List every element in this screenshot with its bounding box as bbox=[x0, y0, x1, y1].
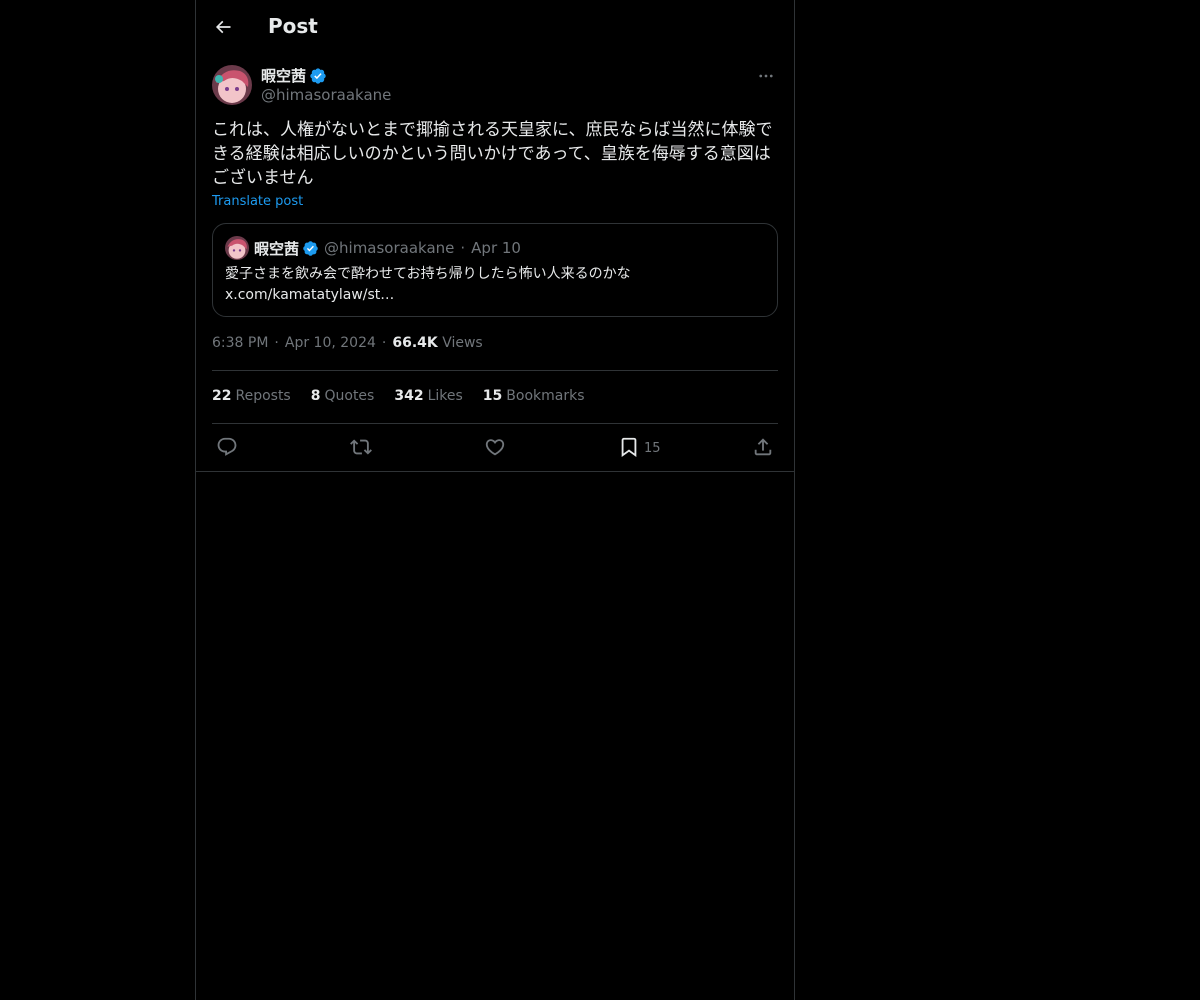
arrow-left-icon bbox=[215, 20, 231, 34]
author-name-text: 暇空茜 bbox=[261, 67, 307, 85]
quoted-avatar bbox=[225, 236, 249, 260]
post-meta: 6:38 PM · Apr 10, 2024 · 66.4K Views bbox=[212, 335, 483, 351]
bookmarks-count: 15 bbox=[482, 388, 503, 404]
separator-dot: · bbox=[381, 335, 387, 351]
quoted-post[interactable]: 暇空茜 @himasoraakane · Apr 10 愛子さまを飲み会で酔わせ… bbox=[212, 223, 778, 317]
repost-icon bbox=[350, 439, 372, 455]
quoted-date: Apr 10 bbox=[471, 239, 521, 257]
quoted-author-name: 暇空茜 bbox=[254, 239, 300, 258]
bookmarks-label: Bookmarks bbox=[506, 388, 585, 404]
repost-button[interactable] bbox=[350, 435, 372, 459]
author-handle[interactable]: @himasoraakane bbox=[261, 86, 391, 104]
quoted-text-line: 愛子さまを飲み会で酔わせてお持ち帰りしたら怖い人来るのかな bbox=[225, 266, 631, 282]
reply-button[interactable] bbox=[216, 435, 238, 459]
verified-badge-icon bbox=[302, 240, 319, 257]
author-row: 暇空茜 @himasoraakane bbox=[212, 64, 778, 108]
share-button[interactable] bbox=[752, 435, 774, 459]
divider bbox=[212, 423, 778, 424]
likes-stat[interactable]: 342 Likes bbox=[394, 388, 462, 404]
back-button[interactable] bbox=[206, 10, 240, 44]
likes-count: 342 bbox=[394, 388, 424, 404]
divider bbox=[212, 370, 778, 371]
bookmark-icon bbox=[621, 437, 637, 458]
share-icon bbox=[754, 438, 772, 456]
separator-dot: · bbox=[274, 335, 279, 351]
header: Post bbox=[196, 0, 794, 54]
page-title: Post bbox=[268, 14, 318, 38]
engagement-stats: 22 Reposts 8 Quotes 342 Likes 15 Bookmarks bbox=[212, 388, 605, 404]
reposts-label: Reposts bbox=[235, 388, 291, 404]
quotes-count: 8 bbox=[310, 388, 321, 404]
post-text: これは、人権がないとまで揶揄される天皇家に、庶民ならば当然に体験できる経験は相応… bbox=[212, 120, 773, 188]
separator-dot: · bbox=[460, 239, 466, 257]
verified-badge-icon bbox=[309, 67, 327, 85]
more-options-button[interactable] bbox=[754, 64, 778, 88]
quotes-stat[interactable]: 8 Quotes bbox=[311, 388, 375, 404]
quotes-label: Quotes bbox=[324, 388, 375, 404]
reposts-stat[interactable]: 22 Reposts bbox=[212, 388, 291, 404]
bookmark-count: 15 bbox=[644, 441, 661, 456]
heart-icon bbox=[485, 439, 505, 456]
post-time[interactable]: 6:38 PM bbox=[212, 335, 268, 351]
like-button[interactable] bbox=[484, 435, 506, 459]
post-column: Post 暇空茜 @himasoraakane これは、人権がないとまで揶揄され… bbox=[195, 0, 795, 1000]
author-name[interactable]: 暇空茜 bbox=[261, 65, 327, 86]
quoted-author-handle: @himasoraakane bbox=[324, 239, 455, 257]
action-bar: 15 bbox=[212, 435, 778, 461]
bookmark-button[interactable]: 15 bbox=[618, 435, 661, 459]
more-icon bbox=[759, 74, 773, 78]
translate-post-link[interactable]: Translate post bbox=[212, 194, 303, 209]
reposts-count: 22 bbox=[212, 388, 232, 404]
reply-icon bbox=[217, 437, 237, 456]
avatar-image bbox=[212, 65, 252, 105]
quoted-link[interactable]: x.com/kamatatylaw/st… bbox=[225, 285, 765, 306]
views-label: Views bbox=[442, 335, 483, 351]
likes-label: Likes bbox=[427, 388, 463, 404]
avatar[interactable] bbox=[212, 65, 252, 105]
post-date[interactable]: Apr 10, 2024 bbox=[285, 335, 376, 351]
quoted-text: 愛子さまを飲み会で酔わせてお持ち帰りしたら怖い人来るのかな x.com/kama… bbox=[225, 264, 765, 306]
divider bbox=[196, 471, 794, 472]
bookmarks-stat[interactable]: 15 Bookmarks bbox=[483, 388, 585, 404]
views-count: 66.4K bbox=[392, 335, 438, 351]
quoted-post-header: 暇空茜 @himasoraakane · Apr 10 bbox=[225, 236, 521, 260]
